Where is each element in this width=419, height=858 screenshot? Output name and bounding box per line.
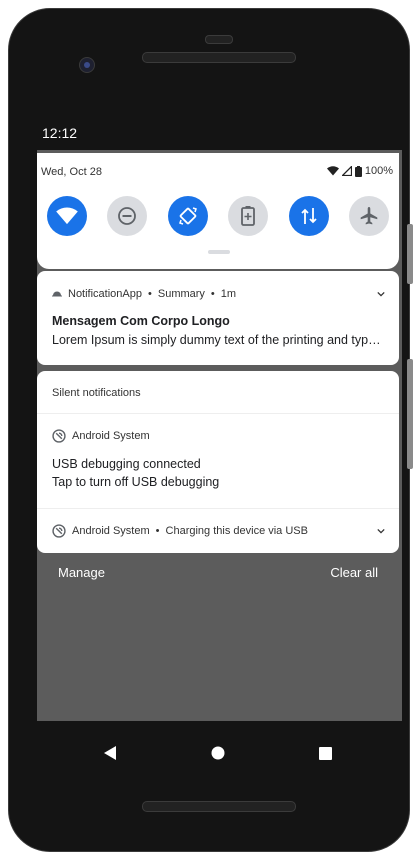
earpiece-slot [205,35,233,44]
qs-status-icons: 100% [326,165,393,177]
bottom-speaker [142,801,296,812]
recents-icon [318,746,332,760]
battery-icon [354,165,362,177]
android-system-icon [52,429,66,443]
power-button [407,224,413,284]
screen: 12:12 Wed, Oct 28 100% NotificationApp •… [37,113,402,793]
notification-summary: Summary [157,288,205,300]
manage-button[interactable]: Manage [58,565,105,580]
clear-all-button[interactable]: Clear all [330,565,378,580]
bullet: • [155,525,160,537]
airplane-tile[interactable] [349,196,389,236]
notification-card[interactable]: NotificationApp • Summary • 1m Mensagem … [37,271,399,365]
bullet: • [148,288,152,300]
volume-button [407,359,413,469]
back-button[interactable] [98,741,122,765]
phone-frame: 12:12 Wed, Oct 28 100% NotificationApp •… [8,8,413,852]
home-button[interactable] [206,741,230,765]
status-time: 12:12 [42,125,78,141]
mobile-data-tile[interactable] [289,196,329,236]
dnd-tile[interactable] [107,196,147,236]
usb-debug-text[interactable]: Tap to turn off USB debugging [52,475,219,489]
usb-debug-app-name: Android System [72,430,150,442]
bullet: • [210,288,215,300]
qs-drag-handle[interactable] [208,250,230,254]
charging-notification[interactable]: Android System • Charging this device vi… [52,524,308,538]
app-icon [52,291,62,297]
android-system-icon [52,524,66,538]
expand-chevron-icon[interactable] [377,291,385,297]
wifi-tile[interactable] [47,196,87,236]
notification-time: 1m [220,288,237,300]
do-not-disturb-icon [118,207,136,225]
battery-saver-tile[interactable] [228,196,268,236]
mobile-data-icon [301,208,317,224]
recents-button[interactable] [313,741,337,765]
expand-chevron-icon[interactable] [377,528,385,534]
auto-rotate-icon [179,207,197,225]
auto-rotate-tile[interactable] [168,196,208,236]
usb-debug-title[interactable]: USB debugging connected [52,457,201,471]
divider [37,413,399,414]
notification-body: Lorem Ipsum is simply dummy text of the … [52,333,382,347]
divider [37,508,399,509]
charging-app-name: Android System [72,525,150,537]
home-icon [211,746,225,760]
charging-summary: Charging this device via USB [165,525,308,537]
quick-settings-panel: Wed, Oct 28 100% [37,153,399,269]
navigation-bar [37,721,402,793]
notification-title: Mensagem Com Corpo Longo [52,314,230,328]
signal-icon [341,166,352,176]
airplane-icon [360,207,378,225]
notification-header: NotificationApp • Summary • 1m [52,288,236,300]
front-camera [79,57,95,73]
usb-debug-header[interactable]: Android System [52,429,150,443]
wifi-icon [56,207,78,225]
battery-saver-icon [241,206,255,226]
battery-percent: 100% [364,165,393,177]
qs-date: Wed, Oct 28 [41,166,102,178]
status-bar: 12:12 [37,113,402,150]
wifi-status-icon [326,166,339,176]
silent-notifications-section: Silent notifications Android System USB … [37,371,399,553]
notification-app-name: NotificationApp [68,288,142,300]
silent-section-header: Silent notifications [52,387,141,399]
top-speaker [142,52,296,63]
back-icon [104,746,116,760]
